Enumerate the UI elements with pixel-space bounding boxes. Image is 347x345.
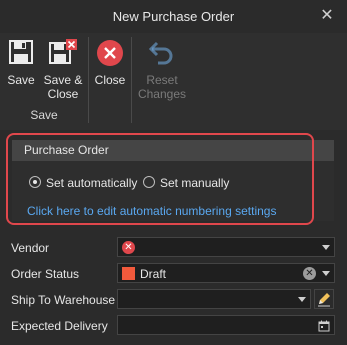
close-button[interactable]: Close <box>91 33 129 103</box>
save-label: Save <box>7 73 35 87</box>
ship-to-warehouse-label: Ship To Warehouse <box>11 293 116 307</box>
vendor-dropdown[interactable]: ✕ <box>117 237 335 257</box>
floppy-disk-close-icon <box>48 39 78 68</box>
floppy-disk-icon <box>8 39 34 68</box>
expected-delivery-label: Expected Delivery <box>11 319 108 333</box>
ship-to-warehouse-dropdown[interactable] <box>117 289 311 309</box>
close-label: Close <box>94 73 126 87</box>
chevron-down-icon[interactable] <box>298 297 306 302</box>
form-content: Purchase Order Set automatically Set man… <box>0 130 347 345</box>
highlight-frame <box>6 133 314 225</box>
reset-changes-button[interactable]: Reset Changes <box>136 33 188 103</box>
expected-delivery-date-input[interactable] <box>117 315 335 335</box>
error-icon: ✕ <box>122 241 135 254</box>
pencil-icon <box>318 293 330 307</box>
order-status-dropdown[interactable]: Draft ✕ <box>117 263 335 283</box>
clear-icon[interactable]: ✕ <box>303 267 316 280</box>
window-close-icon[interactable]: ✕ <box>317 6 337 26</box>
title-bar: New Purchase Order ✕ <box>0 0 347 33</box>
status-color-swatch <box>122 267 135 280</box>
save-close-button[interactable]: Save & Close <box>41 33 85 103</box>
chevron-down-icon[interactable] <box>322 245 330 250</box>
undo-arrow-icon <box>148 39 176 68</box>
ribbon-separator <box>131 37 132 123</box>
order-status-label: Order Status <box>11 267 80 281</box>
close-circle-icon <box>96 39 124 70</box>
order-status-value: Draft <box>140 267 167 281</box>
chevron-down-icon[interactable] <box>322 271 330 276</box>
ribbon-separator <box>88 37 89 123</box>
calendar-icon[interactable] <box>318 319 330 337</box>
ribbon-group-label: Save <box>30 108 58 122</box>
vendor-label: Vendor <box>11 241 50 255</box>
save-close-label: Save & Close <box>43 73 83 101</box>
reset-changes-label: Reset Changes <box>137 73 187 101</box>
edit-warehouse-button[interactable] <box>314 289 334 309</box>
ribbon-toolbar: Save Save & Close Close Reset Changes Sa… <box>0 33 347 130</box>
save-button[interactable]: Save <box>3 33 39 103</box>
window-title: New Purchase Order <box>112 9 235 24</box>
